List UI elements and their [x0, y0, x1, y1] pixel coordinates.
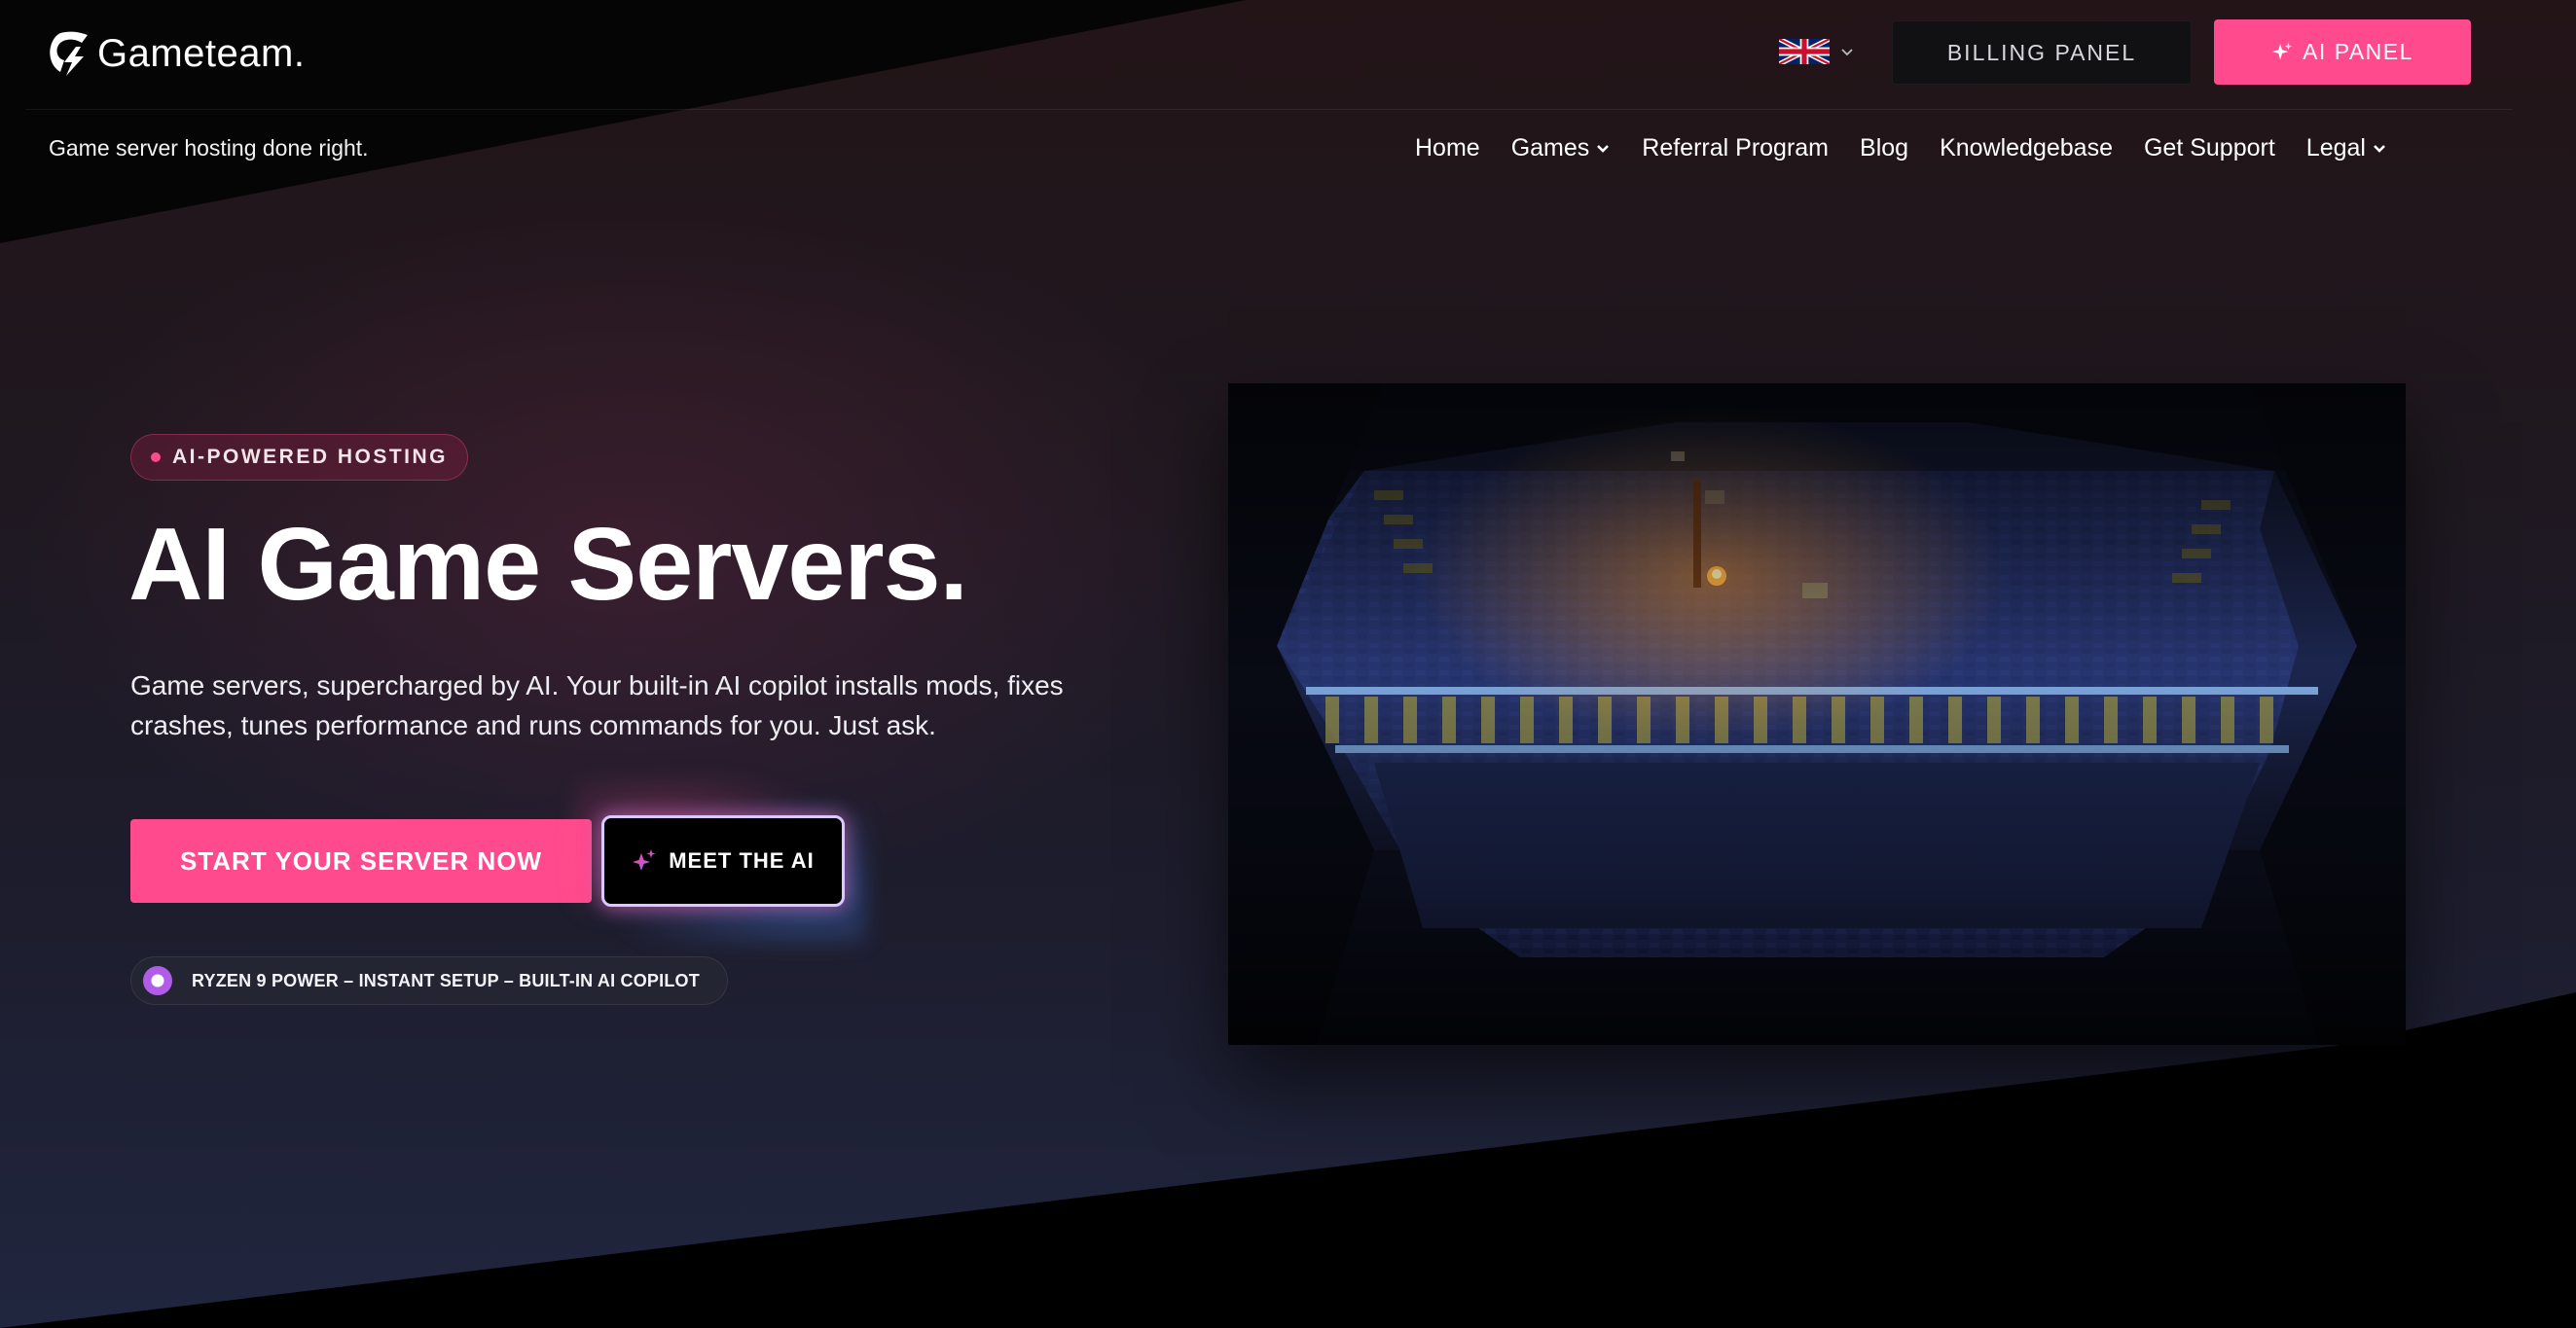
ai-panel-button[interactable]: AI PANEL	[2214, 19, 2471, 85]
brand-name: Gameteam.	[97, 31, 306, 75]
brand-tagline: Game server hosting done right.	[49, 135, 369, 161]
meet-the-ai-label: MEET THE AI	[669, 848, 815, 873]
ai-panel-label: AI PANEL	[2303, 39, 2413, 64]
hero-description: Game servers, supercharged by AI. Your b…	[130, 670, 1064, 740]
header: Gameteam. BILLING PANEL AI PANEL	[0, 0, 2576, 109]
billing-panel-button[interactable]: BILLING PANEL	[1892, 20, 2192, 85]
chevron-down-icon	[2374, 144, 2385, 153]
sparkle-icon	[2271, 42, 2293, 59]
features-pill: RYZEN 9 POWER – INSTANT SETUP – BUILT-IN…	[130, 956, 728, 1005]
nav-item-knowledgebase[interactable]: Knowledgebase	[1940, 134, 2113, 162]
chevron-down-icon	[1597, 144, 1610, 153]
uk-flag-icon	[1779, 39, 1830, 64]
game-screenshot-image	[1228, 383, 2406, 1045]
main-nav: Home Games Referral Program Blog Knowled…	[1415, 134, 2387, 162]
meet-the-ai-button[interactable]: MEET THE AI	[601, 815, 845, 907]
badge-label: AI-POWERED HOSTING	[172, 446, 449, 468]
nav-label: Referral Program	[1642, 134, 1830, 162]
page: Gameteam. BILLING PANEL AI PANEL Game se…	[0, 0, 2576, 1328]
chevron-down-icon	[1841, 49, 1853, 56]
nav-label: Get Support	[2143, 134, 2275, 162]
nav-item-referral-program[interactable]: Referral Program	[1642, 134, 1829, 162]
nav-item-legal[interactable]: Legal	[2306, 134, 2387, 162]
sparkle-icon	[633, 849, 656, 871]
ai-powered-badge: AI-POWERED HOSTING	[130, 434, 469, 481]
nav-item-get-support[interactable]: Get Support	[2144, 134, 2275, 162]
start-server-button[interactable]: START YOUR SERVER NOW	[130, 819, 592, 903]
nav-label: Blog	[1860, 134, 1909, 162]
nav-label: Legal	[2305, 134, 2366, 162]
badge-dot-icon	[151, 452, 161, 462]
nav-label: Games	[1510, 134, 1590, 162]
hero-title: AI Game Servers.	[128, 507, 968, 622]
nav-label: Home	[1415, 134, 1480, 162]
gameteam-logo-icon	[50, 31, 88, 76]
nav-label: Knowledgebase	[1940, 134, 2113, 162]
nav-item-blog[interactable]: Blog	[1860, 134, 1908, 162]
brand-logo[interactable]: Gameteam.	[49, 29, 305, 78]
nav-item-games[interactable]: Games	[1511, 134, 1612, 162]
status-dot-icon	[143, 966, 172, 995]
features-label: RYZEN 9 POWER – INSTANT SETUP – BUILT-IN…	[192, 970, 700, 990]
nav-item-home[interactable]: Home	[1415, 134, 1480, 162]
header-divider	[25, 109, 2513, 110]
language-selector[interactable]	[1779, 37, 1855, 66]
